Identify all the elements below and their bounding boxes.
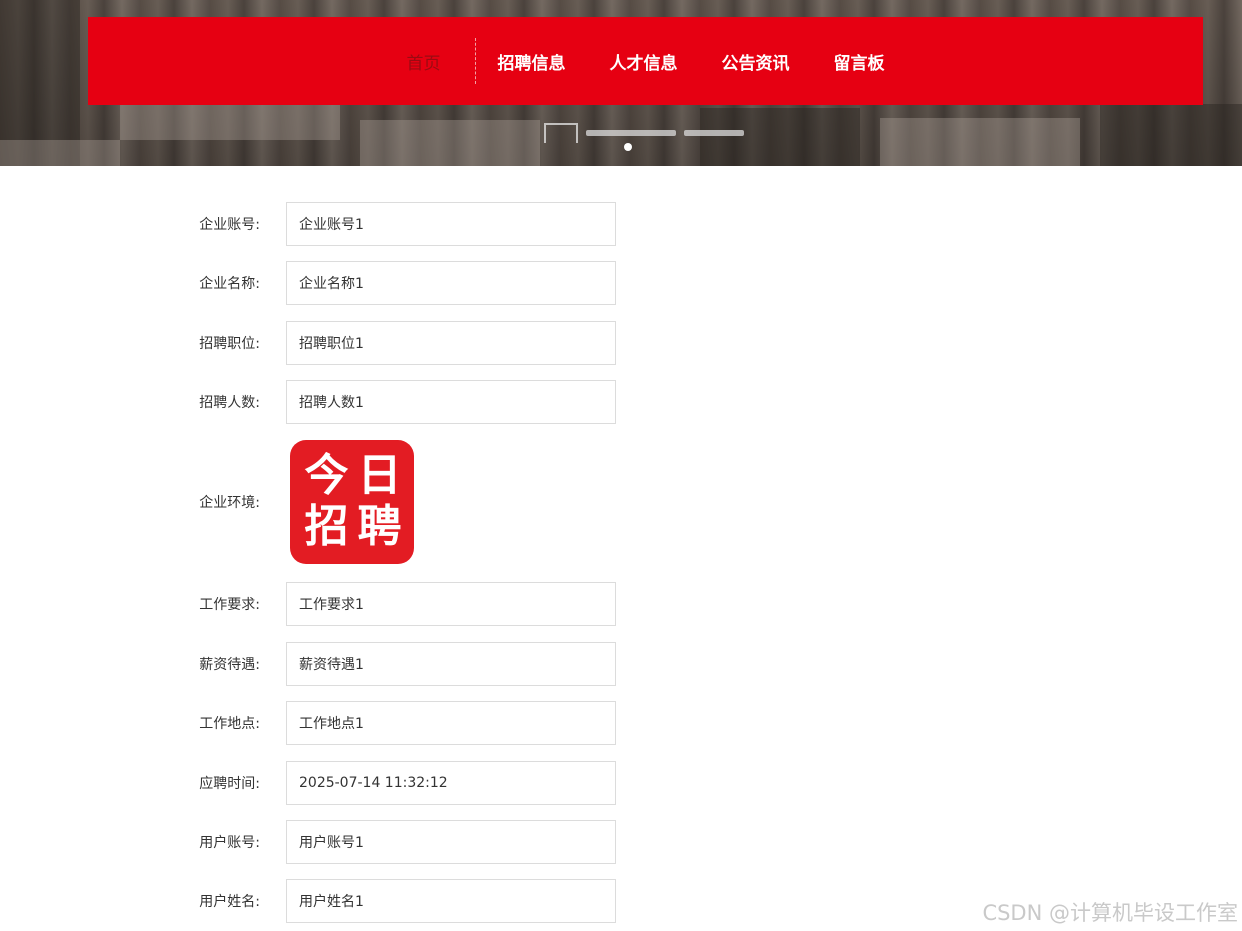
nav-item-home[interactable]: 首页 bbox=[385, 38, 475, 84]
nav-list: 首页 招聘信息 人才信息 公告资讯 留言板 bbox=[385, 17, 907, 105]
form-row-environment: 企业环境: 今 日 招 聘 bbox=[160, 440, 414, 564]
form-row-company-account: 企业账号: 企业账号1 bbox=[160, 202, 616, 246]
position-field[interactable]: 招聘职位1 bbox=[286, 321, 616, 365]
form-row-salary: 薪资待遇: 薪资待遇1 bbox=[160, 642, 616, 686]
salary-label: 薪资待遇: bbox=[199, 657, 260, 673]
company-name-label: 企业名称: bbox=[199, 276, 260, 292]
requirements-label: 工作要求: bbox=[199, 597, 260, 613]
company-account-label: 企业账号: bbox=[199, 217, 260, 233]
form-row-requirements: 工作要求: 工作要求1 bbox=[160, 582, 616, 626]
top-nav-bar: 首页 招聘信息 人才信息 公告资讯 留言板 bbox=[88, 17, 1203, 105]
location-field[interactable]: 工作地点1 bbox=[286, 701, 616, 745]
apply-time-field[interactable]: 2025-07-14 11:32:12 bbox=[286, 761, 616, 805]
env-image-char: 招 bbox=[304, 500, 349, 552]
user-account-field[interactable]: 用户账号1 bbox=[286, 820, 616, 864]
user-name-label: 用户姓名: bbox=[199, 894, 260, 910]
form-row-headcount: 招聘人数: 招聘人数1 bbox=[160, 380, 616, 424]
apply-time-label: 应聘时间: bbox=[199, 776, 260, 792]
requirements-field[interactable]: 工作要求1 bbox=[286, 582, 616, 626]
position-label: 招聘职位: bbox=[199, 336, 260, 352]
company-account-field[interactable]: 企业账号1 bbox=[286, 202, 616, 246]
hero-logo bbox=[544, 122, 768, 144]
env-image-char: 日 bbox=[357, 449, 402, 501]
env-image-char: 聘 bbox=[357, 500, 402, 552]
salary-field[interactable]: 薪资待遇1 bbox=[286, 642, 616, 686]
user-name-field[interactable]: 用户姓名1 bbox=[286, 879, 616, 923]
carousel-dot[interactable] bbox=[624, 143, 632, 151]
form-row-location: 工作地点: 工作地点1 bbox=[160, 701, 616, 745]
headcount-label: 招聘人数: bbox=[199, 395, 260, 411]
location-label: 工作地点: bbox=[199, 716, 260, 732]
form-row-user-name: 用户姓名: 用户姓名1 bbox=[160, 879, 616, 923]
nav-item-talent[interactable]: 人才信息 bbox=[588, 38, 700, 84]
form-row-user-account: 用户账号: 用户账号1 bbox=[160, 820, 616, 864]
form-row-apply-time: 应聘时间: 2025-07-14 11:32:12 bbox=[160, 761, 616, 805]
company-name-field[interactable]: 企业名称1 bbox=[286, 261, 616, 305]
user-account-label: 用户账号: bbox=[199, 835, 260, 851]
headcount-field[interactable]: 招聘人数1 bbox=[286, 380, 616, 424]
company-environment-image: 今 日 招 聘 bbox=[290, 440, 414, 564]
nav-item-message-board[interactable]: 留言板 bbox=[812, 38, 907, 84]
nav-item-announcements[interactable]: 公告资讯 bbox=[700, 38, 812, 84]
nav-item-recruitment[interactable]: 招聘信息 bbox=[476, 38, 588, 84]
form-row-company-name: 企业名称: 企业名称1 bbox=[160, 261, 616, 305]
watermark: CSDN @计算机毕设工作室 bbox=[982, 901, 1238, 925]
environment-label: 企业环境: bbox=[199, 495, 260, 511]
form-row-position: 招聘职位: 招聘职位1 bbox=[160, 321, 616, 365]
env-image-char: 今 bbox=[304, 449, 349, 501]
